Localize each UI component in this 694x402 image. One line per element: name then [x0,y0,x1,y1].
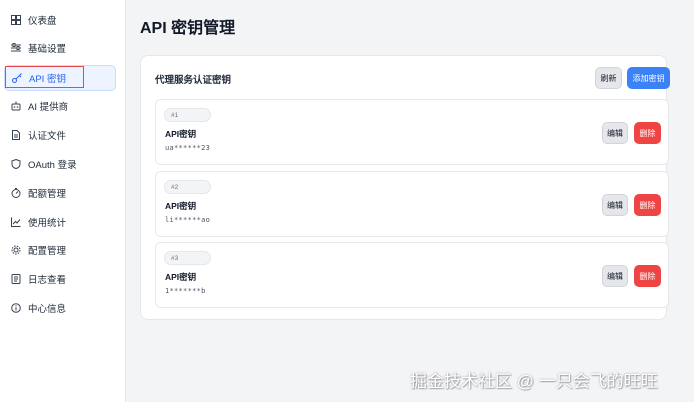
key-index-badge: #1 [164,108,211,122]
sidebar-item-label: 日志查看 [28,275,67,286]
robot-icon [10,100,22,112]
sidebar-item-config[interactable]: 配置管理 [4,238,116,262]
sidebar: 仪表盘 基础设置 API 密钥 AI 提供商 认证文件 OAuth 登录 配额管… [0,0,126,402]
gear-icon [10,244,22,256]
info-icon [10,302,22,314]
sidebar-item-label: 配置管理 [28,246,67,257]
key-row: #1 API密钥 ua******23 编辑 删除 [155,99,669,165]
key-name: API密钥 [165,201,197,211]
highlight-box [5,66,84,88]
file-icon [10,129,22,141]
page-title: API 密钥管理 [140,20,236,37]
edit-button[interactable]: 编辑 [602,194,628,216]
main-content: API 密钥管理 代理服务认证密钥 刷新 添加密钥 #1 API密钥 ua***… [126,0,694,402]
sidebar-item-label: 基础设置 [28,44,67,55]
sidebar-item-usage-stats[interactable]: 使用统计 [4,210,116,234]
delete-button[interactable]: 删除 [634,194,661,216]
sliders-icon [10,42,22,54]
edit-button[interactable]: 编辑 [602,265,628,287]
shield-icon [10,158,22,170]
key-row: #3 API密钥 1*******b 编辑 删除 [155,242,669,308]
delete-button[interactable]: 删除 [634,265,661,287]
key-value: ua******23 [165,144,211,152]
key-index-badge: #2 [164,180,211,194]
sidebar-item-dashboard[interactable]: 仪表盘 [4,8,116,32]
sidebar-item-label: 认证文件 [28,131,67,142]
sidebar-item-logs[interactable]: 日志查看 [4,267,116,291]
sidebar-item-label: 使用统计 [28,218,67,229]
api-keys-card: 代理服务认证密钥 刷新 添加密钥 #1 API密钥 ua******23 编辑 … [140,55,670,320]
sidebar-item-quota[interactable]: 配额管理 [4,181,116,205]
log-icon [10,273,22,285]
delete-button[interactable]: 删除 [634,122,661,144]
sidebar-item-basic-settings[interactable]: 基础设置 [4,36,116,60]
sidebar-item-oauth-login[interactable]: OAuth 登录 [4,152,116,176]
sidebar-item-label: AI 提供商 [28,102,69,113]
add-key-button[interactable]: 添加密钥 [627,67,670,89]
sidebar-item-auth-files[interactable]: 认证文件 [4,123,116,147]
sidebar-item-info[interactable]: 中心信息 [4,296,116,320]
card-title: 代理服务认证密钥 [155,75,232,86]
gauge-icon [10,187,22,199]
dashboard-icon [10,14,22,26]
sidebar-item-label: 仪表盘 [28,16,57,27]
key-row: #2 API密钥 li******ao 编辑 删除 [155,171,669,237]
chart-icon [10,216,22,228]
sidebar-item-label: 配额管理 [28,189,67,200]
sidebar-item-ai-providers[interactable]: AI 提供商 [4,94,116,118]
refresh-button[interactable]: 刷新 [595,67,622,89]
sidebar-item-label: OAuth 登录 [28,160,77,171]
sidebar-item-api-keys[interactable]: API 密钥 [4,65,116,91]
watermark: 掘金技术社区 @ 一只会飞的旺旺 [410,372,658,391]
key-name: API密钥 [165,272,197,282]
edit-button[interactable]: 编辑 [602,122,628,144]
key-value: li******ao [165,216,211,224]
key-name: API密钥 [165,129,197,139]
sidebar-item-label: 中心信息 [28,304,67,315]
key-value: 1*******b [165,287,206,295]
key-index-badge: #3 [164,251,211,265]
